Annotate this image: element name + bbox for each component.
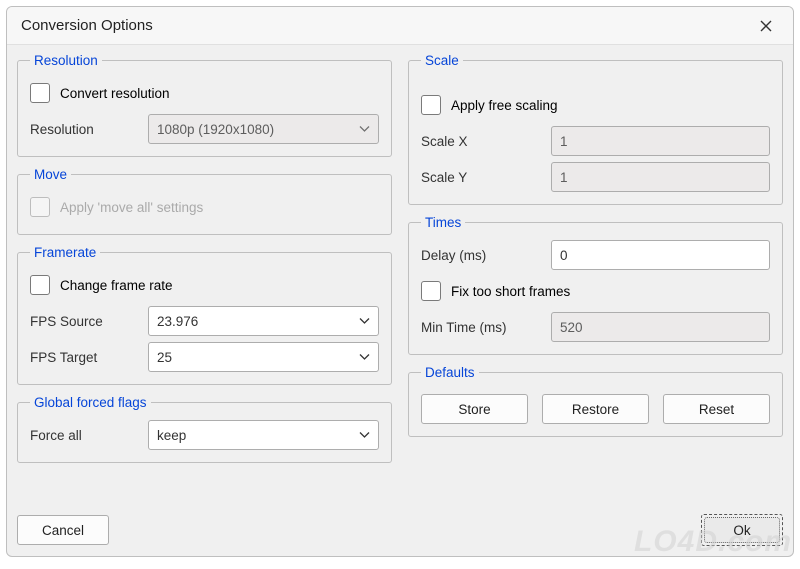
defaults-group: Defaults Store Restore Reset	[408, 365, 783, 437]
min-time-label: Min Time (ms)	[421, 320, 551, 335]
framerate-group: Framerate Change frame rate FPS Source 2…	[17, 245, 392, 385]
fps-source-select[interactable]: 23.976	[148, 306, 379, 336]
reset-button[interactable]: Reset	[663, 394, 770, 424]
fix-frames-label: Fix too short frames	[451, 284, 570, 299]
delay-label: Delay (ms)	[421, 248, 551, 263]
bottom-bar: Cancel Ok	[7, 508, 793, 556]
global-flags-group: Global forced flags Force all keep	[17, 395, 392, 463]
change-framerate-label: Change frame rate	[60, 278, 173, 293]
times-legend: Times	[421, 215, 465, 230]
convert-resolution-label: Convert resolution	[60, 86, 170, 101]
apply-scaling-checkbox[interactable]	[421, 95, 441, 115]
dialog-window: Conversion Options Resolution Convert re…	[6, 6, 794, 557]
scale-x-label: Scale X	[421, 134, 551, 149]
title-bar: Conversion Options	[7, 7, 793, 45]
fix-frames-checkbox[interactable]	[421, 281, 441, 301]
apply-move-checkbox	[30, 197, 50, 217]
resolution-value: 1080p (1920x1080)	[157, 122, 274, 137]
scale-group: Scale Apply free scaling Scale X 1 Scale…	[408, 53, 783, 205]
scale-y-label: Scale Y	[421, 170, 551, 185]
force-all-value: keep	[157, 428, 186, 443]
convert-resolution-checkbox[interactable]	[30, 83, 50, 103]
close-icon[interactable]	[753, 13, 779, 39]
resolution-select[interactable]: 1080p (1920x1080)	[148, 114, 379, 144]
scale-legend: Scale	[421, 53, 463, 68]
chevron-down-icon	[359, 318, 370, 325]
chevron-down-icon	[359, 354, 370, 361]
move-legend: Move	[30, 167, 71, 182]
framerate-legend: Framerate	[30, 245, 100, 260]
store-button[interactable]: Store	[421, 394, 528, 424]
ok-button[interactable]: Ok	[704, 517, 780, 543]
apply-move-label: Apply 'move all' settings	[60, 200, 203, 215]
apply-scaling-label: Apply free scaling	[451, 98, 558, 113]
ok-button-focus: Ok	[701, 514, 783, 546]
scale-x-input[interactable]: 1	[551, 126, 770, 156]
force-all-label: Force all	[30, 428, 148, 443]
chevron-down-icon	[359, 126, 370, 133]
force-all-select[interactable]: keep	[148, 420, 379, 450]
change-framerate-checkbox[interactable]	[30, 275, 50, 295]
restore-button[interactable]: Restore	[542, 394, 649, 424]
fps-target-value: 25	[157, 350, 172, 365]
move-group: Move Apply 'move all' settings	[17, 167, 392, 235]
window-title: Conversion Options	[21, 17, 753, 34]
scale-y-input[interactable]: 1	[551, 162, 770, 192]
resolution-legend: Resolution	[30, 53, 102, 68]
fps-target-label: FPS Target	[30, 350, 148, 365]
fps-source-value: 23.976	[157, 314, 198, 329]
resolution-group: Resolution Convert resolution Resolution…	[17, 53, 392, 157]
fps-source-label: FPS Source	[30, 314, 148, 329]
min-time-input[interactable]: 520	[551, 312, 770, 342]
cancel-button[interactable]: Cancel	[17, 515, 109, 545]
resolution-label: Resolution	[30, 122, 148, 137]
chevron-down-icon	[359, 432, 370, 439]
dialog-body: Resolution Convert resolution Resolution…	[7, 45, 793, 508]
fps-target-select[interactable]: 25	[148, 342, 379, 372]
defaults-legend: Defaults	[421, 365, 479, 380]
global-flags-legend: Global forced flags	[30, 395, 151, 410]
delay-input[interactable]: 0	[551, 240, 770, 270]
times-group: Times Delay (ms) 0 Fix too short frames …	[408, 215, 783, 355]
